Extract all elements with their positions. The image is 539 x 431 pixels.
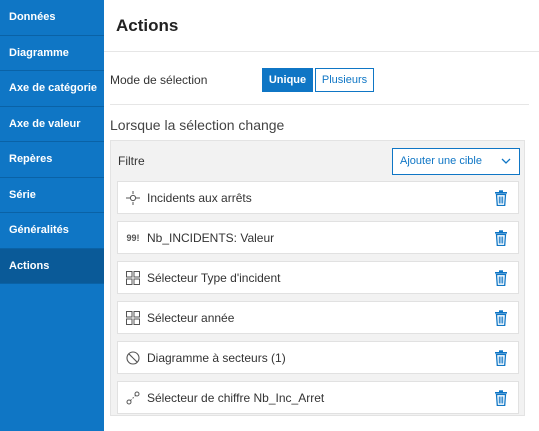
pie-chart-icon [125, 350, 141, 366]
sidebar-item-axe-valeur[interactable]: Axe de valeur [0, 107, 104, 142]
filter-item-label: Incidents aux arrêts [147, 191, 252, 205]
add-target-dropdown[interactable]: Ajouter une cible [392, 148, 520, 175]
sidebar-item-reperes[interactable]: Repères [0, 142, 104, 178]
grid-selector-icon [125, 310, 141, 326]
filter-item: Incidents aux arrêts [117, 181, 519, 214]
sidebar-item-serie[interactable]: Série [0, 178, 104, 213]
number-selector-icon [125, 390, 141, 406]
panel-title: Actions [104, 0, 539, 52]
mode-unique-button[interactable]: Unique [262, 68, 313, 92]
sidebar: Données Diagramme Axe de catégorie Axe d… [0, 0, 104, 431]
filter-item: Sélecteur année [117, 301, 519, 334]
sidebar-item-actions[interactable]: Actions [0, 248, 104, 284]
add-target-label: Ajouter une cible [400, 155, 482, 167]
filter-box: Filtre Ajouter une cible Incidents aux a… [110, 140, 525, 416]
map-point-icon [125, 190, 141, 206]
sidebar-item-axe-categorie[interactable]: Axe de catégorie [0, 71, 104, 107]
selection-mode-row: Mode de sélection Unique Plusieurs [110, 64, 529, 105]
mode-multiple-button[interactable]: Plusieurs [315, 68, 374, 92]
filter-item: Sélecteur Type d'incident [117, 261, 519, 294]
trash-icon[interactable] [494, 270, 508, 287]
actions-panel: Actions Mode de sélection Unique Plusieu… [104, 0, 539, 431]
section-title: Lorsque la sélection change [110, 117, 285, 133]
filter-label: Filtre [118, 154, 145, 168]
filter-item-label: Sélecteur Type d'incident [147, 271, 281, 285]
selection-mode-label: Mode de sélection [110, 73, 208, 87]
sidebar-item-generalites[interactable]: Généralités [0, 213, 104, 249]
filter-item-label: Sélecteur de chiffre Nb_Inc_Arret [147, 391, 325, 405]
trash-icon[interactable] [494, 310, 508, 327]
sidebar-item-donnees[interactable]: Données [0, 0, 104, 36]
filter-item: Diagramme à secteurs (1) [117, 341, 519, 374]
filter-item-label: Diagramme à secteurs (1) [147, 351, 286, 365]
sidebar-item-diagramme[interactable]: Diagramme [0, 36, 104, 71]
chevron-down-icon [501, 149, 511, 184]
filter-item-label: Sélecteur année [147, 311, 235, 325]
filter-item-label: Nb_INCIDENTS: Valeur [147, 231, 275, 245]
filter-item: 99! Nb_INCIDENTS: Valeur [117, 221, 519, 254]
filter-item: Sélecteur de chiffre Nb_Inc_Arret [117, 381, 519, 414]
trash-icon[interactable] [494, 390, 508, 407]
trash-icon[interactable] [494, 350, 508, 367]
grid-selector-icon [125, 270, 141, 286]
trash-icon[interactable] [494, 230, 508, 247]
trash-icon[interactable] [494, 190, 508, 207]
number-99-icon: 99! [126, 233, 140, 243]
